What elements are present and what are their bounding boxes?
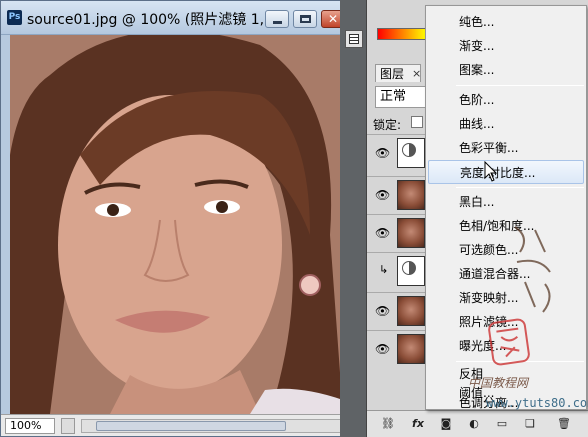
status-bar: 100% (1, 414, 359, 436)
tab-layers[interactable]: 图层 × (375, 64, 421, 82)
photoshop-app-icon: Ps (7, 10, 22, 25)
menu-item-gradient[interactable]: 渐变... (426, 34, 586, 58)
menu-item-levels[interactable]: 色阶... (426, 88, 586, 112)
eye-icon[interactable]: 👁 (375, 304, 390, 318)
layers-panel-footer: ⛓ fx ◙ ◐ ▭ ❏ 🗑 (367, 410, 588, 437)
layer-row[interactable]: 👁 (367, 176, 429, 212)
eye-icon[interactable]: 👁 (375, 188, 390, 202)
menu-item-curves[interactable]: 曲线... (426, 112, 586, 136)
menu-separator (456, 187, 584, 188)
menu-item-solid-color[interactable]: 纯色... (426, 10, 586, 34)
color-ramp[interactable] (377, 28, 427, 40)
status-menu-icon[interactable] (61, 418, 75, 434)
menu-item-black-white[interactable]: 黑白... (426, 190, 586, 214)
watermark-seal (487, 317, 531, 367)
layer-row[interactable]: 👁 (367, 134, 429, 170)
seal-glyphs (496, 327, 520, 358)
menu-item-color-balance[interactable]: 色彩平衡... (426, 136, 586, 160)
link-icon[interactable]: ⛓ (381, 417, 395, 431)
image-canvas[interactable] (10, 35, 343, 414)
layer-thumbnail (397, 218, 425, 248)
document-window: Ps source01.jpg @ 100% (照片滤镜 1, 图... ✕ (0, 0, 360, 437)
fx-icon[interactable]: fx (411, 417, 425, 431)
zoom-field[interactable]: 100% (5, 418, 55, 434)
eye-icon[interactable]: 👁 (375, 342, 390, 356)
tab-close-icon[interactable]: × (412, 65, 421, 83)
eye-icon[interactable]: 👁 (375, 146, 390, 160)
watermark-vertical-text (505, 222, 565, 332)
layer-row[interactable]: 👁 (367, 214, 429, 250)
lock-label: 锁定: (373, 118, 402, 132)
layer-thumbnail (397, 180, 425, 210)
document-titlebar[interactable]: Ps source01.jpg @ 100% (照片滤镜 1, 图... ✕ (1, 1, 359, 35)
menu-separator (456, 85, 584, 86)
history-icon (349, 34, 359, 44)
layer-thumbnail (397, 334, 425, 364)
trash-icon[interactable]: 🗑 (557, 417, 571, 431)
blend-mode-select[interactable]: 正常 (375, 86, 427, 108)
portrait-photo (10, 35, 343, 414)
tab-layers-label: 图层 (380, 67, 405, 81)
watermark-calligraphy (514, 226, 551, 313)
link-icon: ↳ (379, 263, 389, 276)
right-iris (216, 201, 228, 213)
watermark-site-cn: 中国教程网 (468, 376, 529, 390)
adjustment-layer-thumbnail (397, 256, 425, 286)
layer-row[interactable]: 👁 (367, 330, 429, 366)
menu-item-brightness-contrast[interactable]: 亮度/对比度... (428, 160, 584, 184)
layer-thumbnail (397, 296, 425, 326)
close-icon: ✕ (328, 12, 339, 26)
watermark-site-url: www.ytuts80.com (486, 396, 588, 410)
minimize-icon (273, 21, 282, 24)
maximize-button[interactable] (293, 10, 317, 28)
adjustment-icon[interactable]: ◐ (467, 417, 481, 431)
adjustment-layer-thumbnail (397, 138, 425, 168)
minimize-button[interactable] (265, 10, 289, 28)
history-panel-button[interactable] (345, 30, 363, 48)
eye-icon[interactable]: 👁 (375, 226, 390, 240)
layer-row[interactable]: ↳ (367, 252, 429, 288)
left-iris (107, 204, 119, 216)
mask-icon[interactable]: ◙ (439, 417, 453, 431)
new-layer-icon[interactable]: ❏ (523, 417, 537, 431)
menu-item-pattern[interactable]: 图案... (426, 58, 586, 82)
horizontal-scrollbar[interactable] (81, 419, 343, 433)
earring (299, 274, 321, 296)
document-title: source01.jpg @ 100% (照片滤镜 1, 图... (27, 12, 263, 28)
layer-row[interactable]: 👁 (367, 292, 429, 328)
pointer-cursor-icon (484, 161, 498, 182)
lock-transparency-checkbox[interactable] (411, 116, 423, 128)
horizontal-scroll-thumb[interactable] (96, 421, 286, 431)
folder-icon[interactable]: ▭ (495, 417, 509, 431)
panel-dock-strip (340, 0, 366, 437)
maximize-icon (300, 15, 311, 23)
